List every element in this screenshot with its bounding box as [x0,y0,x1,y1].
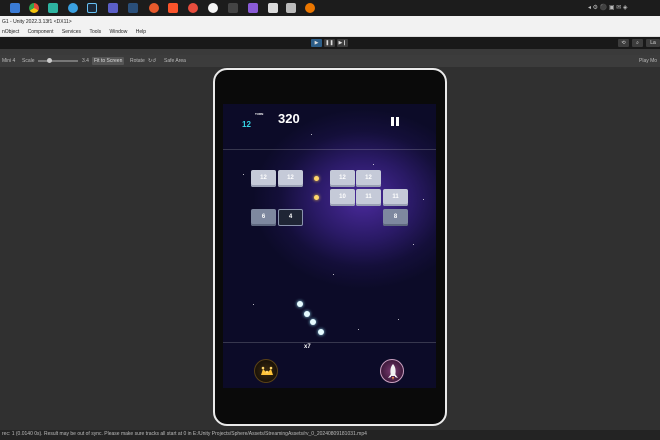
score: 320 [278,111,300,126]
scale-slider-knob[interactable] [47,58,52,63]
brick: 12 [278,170,303,187]
system-tray[interactable]: ◂ ⚙ ⚫ ▣ ✉ ◈ [588,4,628,11]
explorer-icon[interactable] [10,3,20,13]
console-status-bar[interactable]: rec: 1 (0.0140 0s). Result may be out of… [0,430,660,440]
layers-dropdown[interactable]: La [646,39,660,47]
rotate-icon[interactable]: ↻↺ [148,55,156,67]
fit-to-screen-button[interactable]: Fit to Screen [92,57,125,65]
scale-slider[interactable] [38,58,78,63]
menu-services[interactable]: Services [62,28,81,37]
star [333,274,334,275]
windows-taskbar: ◂ ⚙ ⚫ ▣ ✉ ◈ [0,0,660,16]
search-icon[interactable]: ⌕ [632,39,643,47]
menu-component[interactable]: Component [28,28,54,37]
menu-help[interactable]: Help [136,28,146,37]
brick: 4 [278,209,303,226]
brick: 12 [356,170,381,187]
play-toolbar: ▶ ❚❚ ▶❙ ⟲ ⌕ La [0,37,660,49]
hud-divider [223,149,436,150]
star [398,319,399,320]
safe-area-toggle[interactable]: Safe Area [164,55,186,67]
scale-value: 3.4 [82,58,89,64]
brick: 11 [356,189,381,206]
ball-multiplier: x7 [304,344,311,350]
visual-studio-icon[interactable] [248,3,258,13]
turn-counter: 12 [242,120,251,129]
pause-button[interactable]: ❚❚ [324,39,335,47]
ball [310,319,316,325]
scale-label: Scale [22,58,35,64]
rocket-powerup-icon[interactable] [380,359,404,383]
brave-icon[interactable] [168,3,178,13]
ball [304,311,310,317]
star [243,174,244,175]
step-button[interactable]: ▶❙ [337,39,348,47]
brick: 6 [251,209,276,226]
menu-bar: nObject Component Services Tools Window … [0,28,660,37]
brick: 11 [383,189,408,206]
turn-label: TURN [255,112,264,116]
ball [297,301,303,307]
edge-icon[interactable] [68,3,78,13]
brick: 10 [330,189,355,206]
brick: 12 [330,170,355,187]
pause-icon[interactable] [391,117,400,126]
steam-icon[interactable] [87,3,97,13]
app-icon-3[interactable] [128,3,138,13]
bonus-ball-pickup [314,176,319,181]
app-icon-6[interactable] [228,3,238,13]
star [253,304,254,305]
chrome-icon[interactable] [29,3,39,13]
unity-icon-2[interactable] [286,3,296,13]
yandex-icon[interactable] [208,3,218,13]
bonus-ball-pickup [314,195,319,200]
menu-gameobject[interactable]: nObject [2,28,19,37]
window-title: G1 - Unity 2022.3.13f1 <DX11> [2,19,72,25]
rotate-button[interactable]: Rotate [130,55,145,67]
display-dropdown[interactable]: Mini 4 [2,55,15,67]
status-message: rec: 1 (0.0140 0s). Result may be out of… [2,431,367,437]
play-button[interactable]: ▶ [311,39,322,47]
history-icon[interactable]: ⟲ [618,39,629,47]
app-icon[interactable] [48,3,58,13]
app-icon-2[interactable] [108,3,118,13]
star [373,164,374,165]
app-icon-4[interactable] [149,3,159,13]
launch-line [223,342,436,343]
ball [318,329,324,335]
unity-icon[interactable] [268,3,278,13]
game-screen[interactable]: TURN 12 320 12 12 12 12 10 11 11 6 4 8 x… [223,104,436,388]
star [413,244,414,245]
game-view-toolbar: Mini 4 Scale 3.4 Fit to Screen Rotate ↻↺… [0,55,660,67]
crown-powerup-icon[interactable] [254,359,278,383]
menu-tools[interactable]: Tools [89,28,101,37]
menu-window[interactable]: Window [110,28,128,37]
play-mode-dropdown[interactable]: Play Mo [639,55,657,67]
blender-icon[interactable] [305,3,315,13]
brick: 12 [251,170,276,187]
brick: 8 [383,209,408,226]
app-icon-5[interactable] [188,3,198,13]
star [358,329,359,330]
window-title-bar: G1 - Unity 2022.3.13f1 <DX11> [0,16,660,28]
star [311,134,312,135]
star [423,199,424,200]
